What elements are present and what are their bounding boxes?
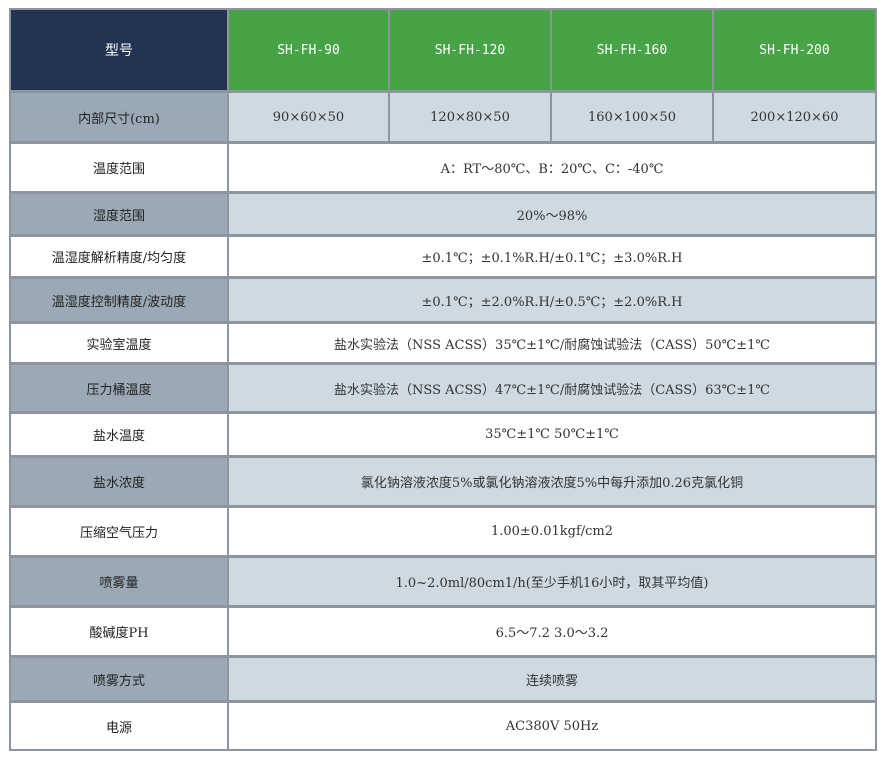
row-label: 内部尺寸(cm) — [11, 93, 227, 141]
row-label: 温湿度解析精度/均匀度 — [11, 237, 227, 276]
model-header-label: 型号 — [11, 10, 227, 90]
dimension-value: 160×100×50 — [552, 93, 712, 141]
dimension-value: 90×60×50 — [229, 93, 388, 141]
row-label: 温湿度控制精度/波动度 — [11, 279, 227, 321]
row-value: 连续喷雾 — [229, 658, 875, 700]
row-label: 压缩空气压力 — [11, 508, 227, 555]
row-value: ±0.1℃；±2.0%R.H/±0.5℃；±2.0%R.H — [229, 279, 875, 321]
row-label: 温度范围 — [11, 144, 227, 191]
row-value: 35℃±1℃ 50℃±1℃ — [229, 414, 875, 455]
model-name: SH-FH-90 — [229, 10, 388, 90]
row-value: 盐水实验法（NSS ACSS）47℃±1℃/耐腐蚀试验法（CASS）63℃±1℃ — [229, 365, 875, 411]
dimension-value: 120×80×50 — [390, 93, 550, 141]
row-label: 盐水温度 — [11, 414, 227, 455]
dimension-value: 200×120×60 — [714, 93, 875, 141]
row-value: 氯化钠溶液浓度5%或氯化钠溶液浓度5%中每升添加0.26克氯化铜 — [229, 458, 875, 505]
row-value: 20%～98% — [229, 194, 875, 234]
row-label: 实验室温度 — [11, 324, 227, 362]
model-name: SH-FH-160 — [552, 10, 712, 90]
model-name: SH-FH-200 — [714, 10, 875, 90]
row-label: 喷雾方式 — [11, 658, 227, 700]
row-label: 喷雾量 — [11, 558, 227, 605]
row-value: 1.00±0.01kgf/cm2 — [229, 508, 875, 555]
row-label: 湿度范围 — [11, 194, 227, 234]
row-value: AC380V 50Hz — [229, 703, 875, 749]
row-value: 盐水实验法（NSS ACSS）35℃±1℃/耐腐蚀试验法（CASS）50℃±1℃ — [229, 324, 875, 362]
row-label: 压力桶温度 — [11, 365, 227, 411]
row-value: A：RT～80℃、B：20℃、C：-40℃ — [229, 144, 875, 191]
row-value: 1.0~2.0ml/80cm1/h(至少手机16小时，取其平均值) — [229, 558, 875, 605]
row-label: 盐水浓度 — [11, 458, 227, 505]
model-name: SH-FH-120 — [390, 10, 550, 90]
row-label: 电源 — [11, 703, 227, 749]
spec-table: 型号 SH-FH-90 SH-FH-120 SH-FH-160 SH-FH-20… — [9, 8, 877, 751]
row-label: 酸碱度PH — [11, 608, 227, 655]
row-value: ±0.1℃；±0.1%R.H/±0.1℃；±3.0%R.H — [229, 237, 875, 276]
row-value: 6.5～7.2 3.0～3.2 — [229, 608, 875, 655]
